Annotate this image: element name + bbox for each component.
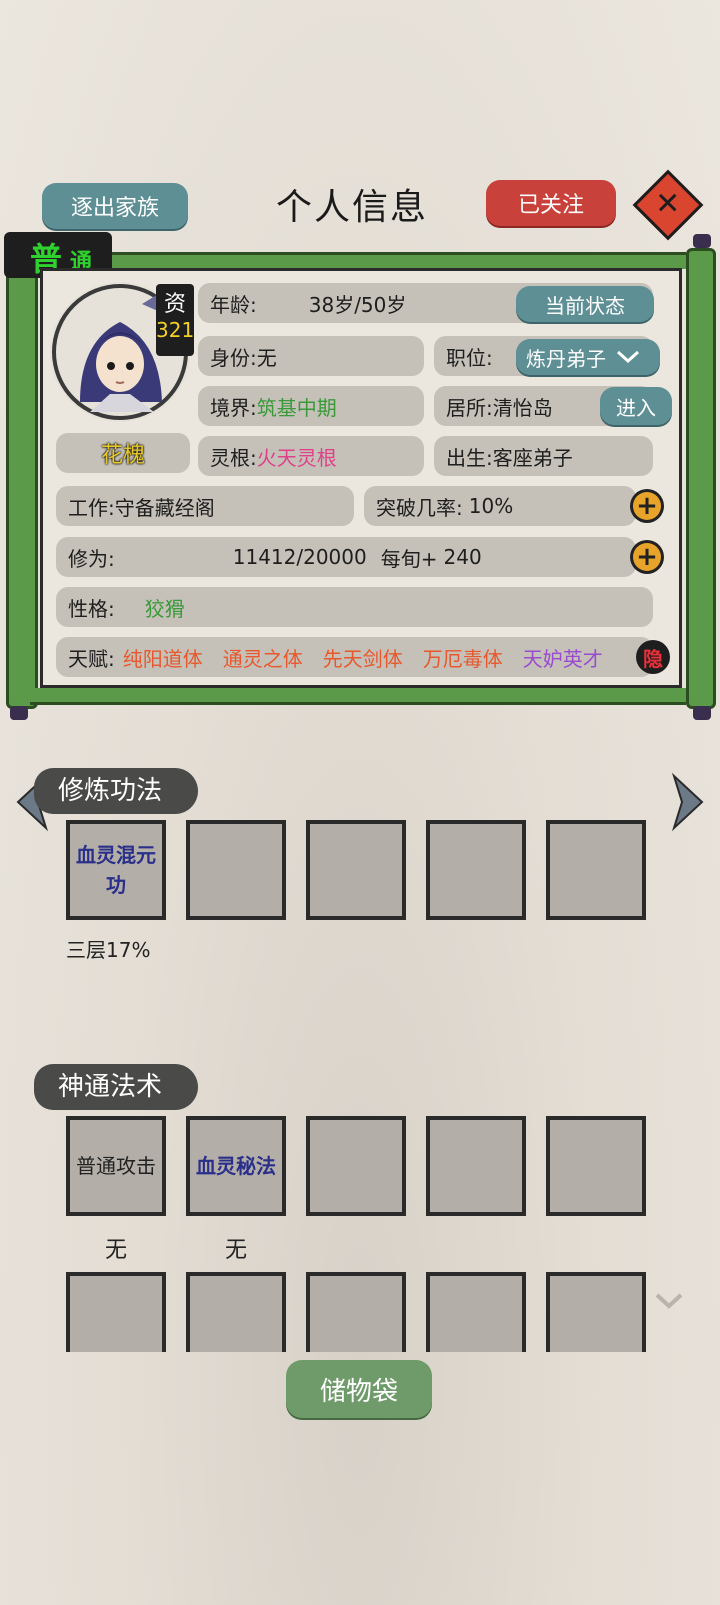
talent-item[interactable]: 通灵之体 [223, 643, 303, 672]
storage-bag-button[interactable]: 储物袋 [286, 1360, 432, 1418]
technique-slot[interactable] [426, 820, 526, 920]
spell-slot[interactable]: 普通攻击 [66, 1116, 166, 1216]
cultivation-row: 修为: 11412/20000 每旬+ 240 [56, 537, 636, 577]
plus-icon: + [633, 543, 661, 571]
personality-label: 性格: [68, 596, 115, 621]
talent-item[interactable]: 先天剑体 [323, 643, 403, 672]
spell-sub-label: 无 [104, 1238, 127, 1263]
spells-section-title: 神通法术 [34, 1064, 199, 1110]
spell-slot[interactable] [306, 1116, 406, 1216]
chevron-down-icon [616, 350, 640, 364]
technique-slot[interactable] [546, 820, 646, 920]
technique-slot[interactable] [186, 820, 286, 920]
close-icon: ✕ [655, 186, 681, 222]
next-arrow-icon[interactable] [670, 772, 708, 832]
technique-slot[interactable]: 血灵混元功 [66, 820, 166, 920]
per-turn-value: 240 [443, 545, 482, 569]
spirit-root-row: 灵根: 火天灵根 [198, 436, 424, 476]
spell-slot[interactable]: 血灵秘法 [186, 1116, 286, 1216]
cultivation-value: 11412/20000 [232, 545, 367, 569]
spell-row-2 [60, 1270, 660, 1352]
breakthrough-label: 突破几率: [376, 495, 463, 520]
rod-cap [693, 706, 711, 720]
realm-label: 境界: [210, 395, 257, 420]
close-button[interactable]: ✕ [632, 169, 704, 241]
talent-item[interactable]: 天妒英才 [523, 643, 603, 672]
spirit-root-label: 灵根: [210, 445, 257, 470]
aptitude-value: 321 [156, 318, 195, 342]
talent-label: 天赋: [68, 646, 115, 671]
aptitude-badge: 资 321 [156, 284, 194, 356]
age-label: 年龄: [210, 292, 257, 317]
spell-sub-label: 无 [224, 1238, 247, 1263]
spell-slot[interactable] [546, 1116, 646, 1216]
rod-cap [10, 706, 28, 720]
work-label: 工作: [68, 495, 115, 520]
scroll-rod-left [6, 248, 38, 709]
character-name: 花槐 [56, 433, 190, 473]
technique-progress: 三层17% [66, 938, 151, 962]
rod-cap [693, 234, 711, 248]
identity-value: 无 [256, 345, 277, 370]
spell-slot[interactable] [426, 1272, 526, 1352]
talent-row: 天赋: 纯阳道体 通灵之体 先天剑体 万厄毒体 天妒英才 [56, 637, 653, 677]
spell-slot[interactable] [186, 1272, 286, 1352]
realm-row: 境界: 筑基中期 [198, 386, 424, 426]
position-label: 职位: [446, 345, 493, 370]
position-value: 炼丹弟子 [526, 346, 606, 371]
personality-row: 性格: 狡猾 [56, 587, 653, 627]
realm-value: 筑基中期 [256, 395, 337, 420]
enter-residence-button[interactable]: 进入 [600, 387, 672, 425]
spell-slot[interactable] [546, 1272, 646, 1352]
scroll-bottom-band [30, 688, 686, 705]
spirit-root-value: 火天灵根 [256, 445, 337, 470]
plus-icon: + [633, 492, 661, 520]
scroll-down-icon[interactable] [654, 1292, 684, 1310]
talent-item[interactable]: 纯阳道体 [123, 643, 203, 672]
birth-row: 出生: 客座弟子 [434, 436, 653, 476]
aptitude-label: 资 [164, 292, 187, 317]
identity-row: 身份: 无 [198, 336, 424, 376]
hide-talents-button[interactable]: 隐 [636, 640, 670, 674]
breakthrough-value: 10% [468, 494, 514, 518]
spell-slot[interactable] [306, 1272, 406, 1352]
technique-slot[interactable] [306, 820, 406, 920]
scroll-top-band [30, 252, 686, 269]
current-status-button[interactable]: 当前状态 [516, 286, 654, 322]
add-cultivation-button[interactable]: + [630, 540, 664, 574]
position-dropdown[interactable]: 炼丹弟子 [516, 339, 660, 375]
per-turn-label: 每旬+ [380, 546, 438, 571]
age-value: 38岁/50岁 [308, 292, 407, 317]
work-value: 守备藏经阁 [114, 495, 215, 520]
residence-label: 居所: [446, 395, 493, 420]
residence-value: 清怡岛 [492, 395, 553, 420]
page-title: 个人信息 [276, 187, 429, 228]
cultivation-label: 修为: [68, 546, 115, 571]
spell-slot[interactable] [66, 1272, 166, 1352]
scroll-rod-right [686, 248, 716, 709]
work-row: 工作: 守备藏经阁 [56, 486, 354, 526]
birth-value: 客座弟子 [492, 445, 573, 470]
identity-label: 身份: [210, 345, 257, 370]
talent-item[interactable]: 万厄毒体 [423, 643, 503, 672]
spell-slot[interactable] [426, 1116, 526, 1216]
personality-value: 狡猾 [144, 596, 185, 621]
breakthrough-row: 突破几率: 10% [364, 486, 636, 526]
add-breakthrough-button[interactable]: + [630, 489, 664, 523]
techniques-section-title: 修炼功法 [34, 768, 199, 814]
followed-button[interactable]: 已关注 [486, 180, 616, 226]
birth-label: 出生: [446, 445, 493, 470]
expel-from-clan-button[interactable]: 逐出家族 [42, 183, 188, 229]
